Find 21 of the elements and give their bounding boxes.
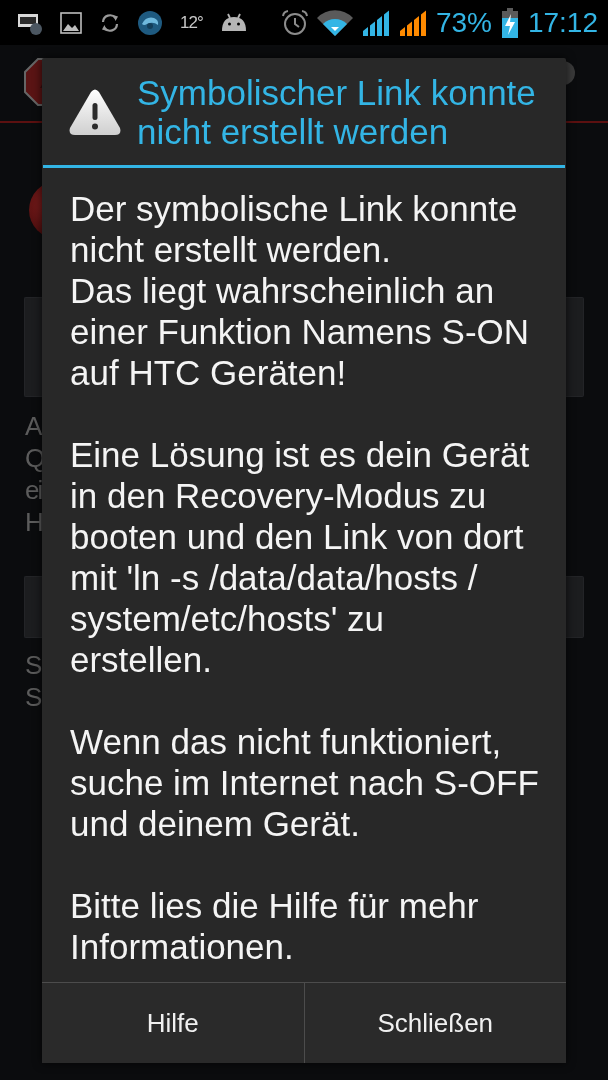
dialog-button[interactable]: Hilfe: [42, 983, 304, 1063]
sync-icon: [100, 12, 120, 33]
battery-percent-text: 73%: [435, 6, 492, 39]
warning-icon: [68, 87, 122, 136]
image-icon: [60, 11, 82, 34]
alarm-clock-icon: [281, 9, 308, 36]
dialog-title: Symbolischer Link konnte nicht erstellt werden: [137, 72, 537, 151]
dialog-button[interactable]: Schließen: [303, 983, 566, 1063]
message-paragraph: Der symbolische Link konnte nicht erstellt werden. Das liegt wahrscheinlich an einer Funktion Namens S-ON auf HTC Geräten!: [70, 188, 530, 393]
orb-icon: [138, 10, 162, 35]
signal-icon: [398, 9, 427, 36]
message-paragraph: Wenn das nicht funktioniert, suche im Internet nach S-OFF und deinem Gerät.: [70, 721, 539, 844]
signal-icon: [361, 9, 390, 36]
wifi-icon: [316, 9, 353, 36]
clock-time: 17:12: [527, 6, 598, 39]
temperature-text: 12°: [180, 12, 203, 33]
message-paragraph: Bitte lies die Hilfe für mehr Informationen.: [70, 885, 479, 967]
background-text: S S: [25, 649, 41, 713]
robot-head-icon: [220, 12, 247, 33]
message-paragraph: Eine Lösung ist es dein Gerät in den Recovery-Modus zu booten und den Link von dort mit 'ln -s /data/data/hosts / system/etc/hosts' zu erstellen.: [70, 434, 530, 680]
battery-charging-icon: [500, 7, 519, 38]
